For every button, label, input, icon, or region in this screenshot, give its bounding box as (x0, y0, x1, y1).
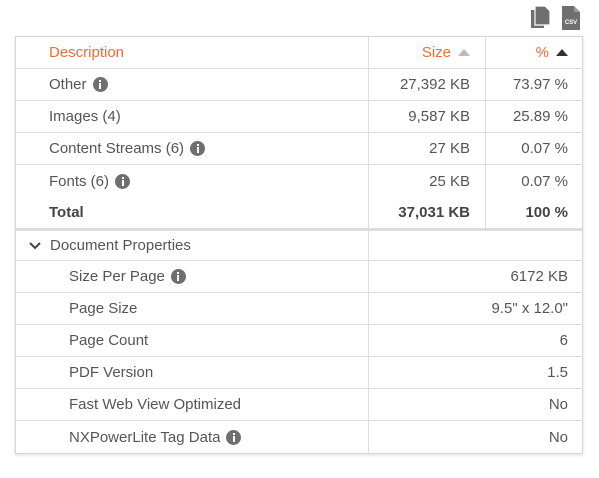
document-properties-title: Document Properties (50, 237, 191, 254)
row-percent: 0.07 % (521, 140, 568, 157)
property-row: PDF Version 1.5 (16, 357, 582, 389)
property-label: Fast Web View Optimized (69, 396, 242, 413)
property-value: 6 (559, 332, 568, 349)
total-label: Total (16, 197, 369, 228)
table-row: Other 27,392 KB 73.97 % (16, 69, 582, 101)
copy-icon[interactable] (530, 6, 552, 30)
chevron-down-icon (29, 241, 41, 249)
property-label: Page Size (69, 300, 138, 317)
table-row: Content Streams (6) 27 KB 0.07 % (16, 133, 582, 165)
property-value: 1.5 (547, 364, 568, 381)
row-description: Content Streams (6) (49, 140, 185, 157)
row-size: 27 KB (369, 133, 486, 164)
row-percent: 25.89 % (512, 108, 568, 125)
row-size: 27,392 KB (369, 69, 486, 100)
property-value: 9.5" x 12.0" (491, 300, 568, 317)
table-row: Fonts (6) 25 KB 0.07 % (16, 165, 582, 197)
row-size: 9,587 KB (369, 101, 486, 132)
property-label: PDF Version (69, 364, 154, 381)
row-size: 25 KB (369, 165, 486, 197)
export-toolbar: CSV (530, 6, 582, 30)
row-percent: 73.97 % (512, 76, 568, 93)
row-percent: 0.07 % (521, 172, 568, 190)
table-header: Description Size % (16, 37, 582, 69)
property-row: NXPowerLite Tag Data No (16, 421, 582, 453)
info-icon[interactable] (92, 77, 108, 92)
info-icon[interactable] (226, 429, 242, 445)
property-label: Size Per Page (69, 268, 165, 285)
total-size: 37,031 KB (369, 197, 486, 228)
info-icon[interactable] (170, 269, 186, 284)
header-percent[interactable]: % (486, 37, 582, 68)
csv-icon-label: CSV (565, 20, 577, 26)
sort-asc-active-icon (556, 49, 568, 56)
property-row: Fast Web View Optimized No (16, 389, 582, 421)
document-properties-toggle[interactable]: Document Properties (16, 229, 582, 261)
header-description[interactable]: Description (16, 37, 369, 68)
property-row: Page Count 6 (16, 325, 582, 357)
file-size-breakdown-panel: Description Size % Other 27,392 KB 73.97 %… (15, 36, 583, 454)
table-row: Images (4) 9,587 KB 25.89 % (16, 101, 582, 133)
csv-export-icon[interactable]: CSV (560, 6, 582, 30)
sort-asc-icon (458, 49, 470, 56)
row-description: Fonts (6) (49, 172, 110, 190)
property-row: Size Per Page 6172 KB (16, 261, 582, 293)
info-icon[interactable] (190, 141, 206, 156)
property-value: No (548, 396, 568, 413)
property-value: No (548, 428, 568, 446)
row-description: Images (4) (49, 108, 121, 125)
info-icon[interactable] (115, 173, 131, 189)
property-row: Page Size 9.5" x 12.0" (16, 293, 582, 325)
header-size[interactable]: Size (369, 37, 486, 68)
total-row: Total 37,031 KB 100 % (16, 197, 582, 229)
property-value: 6172 KB (510, 268, 568, 285)
row-description: Other (49, 76, 87, 93)
property-label: NXPowerLite Tag Data (69, 428, 221, 446)
total-percent: 100 % (525, 204, 568, 221)
property-label: Page Count (69, 332, 149, 349)
